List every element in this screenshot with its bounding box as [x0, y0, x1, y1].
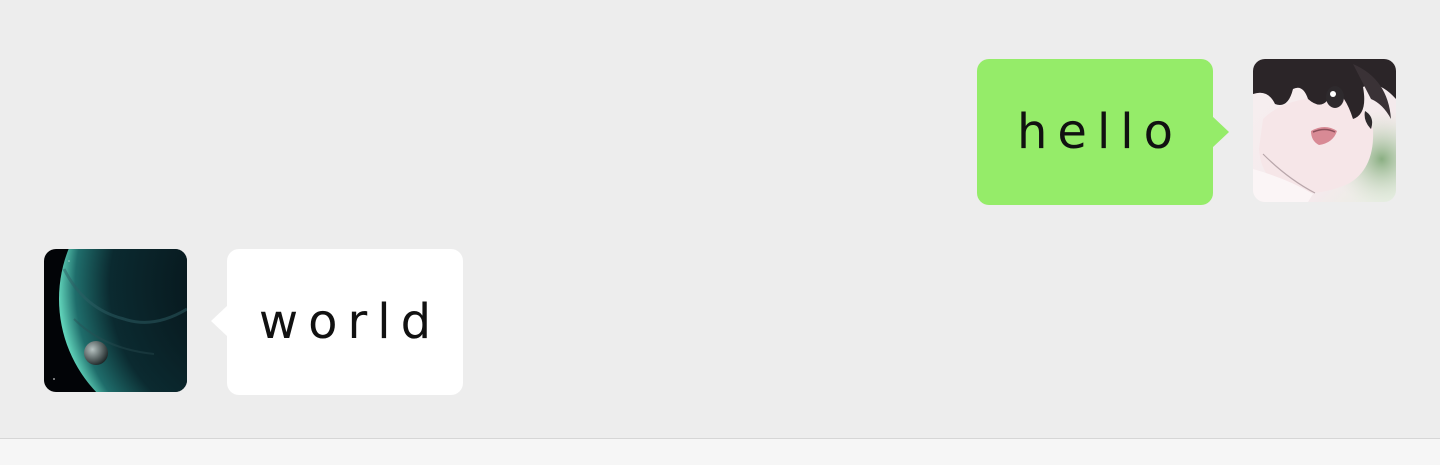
contact-avatar[interactable] [44, 249, 187, 392]
anime-boy-avatar-icon [1253, 59, 1396, 202]
message-text: world [258, 294, 442, 350]
outgoing-message-bubble[interactable]: hello [977, 59, 1229, 205]
message-input-bar[interactable] [0, 438, 1440, 465]
message-text: hello [1017, 104, 1183, 160]
planet-avatar-icon [44, 249, 187, 392]
incoming-message-bubble[interactable]: world [211, 249, 463, 395]
self-avatar[interactable] [1253, 59, 1396, 202]
chat-message-list[interactable]: hello world [0, 0, 1440, 438]
